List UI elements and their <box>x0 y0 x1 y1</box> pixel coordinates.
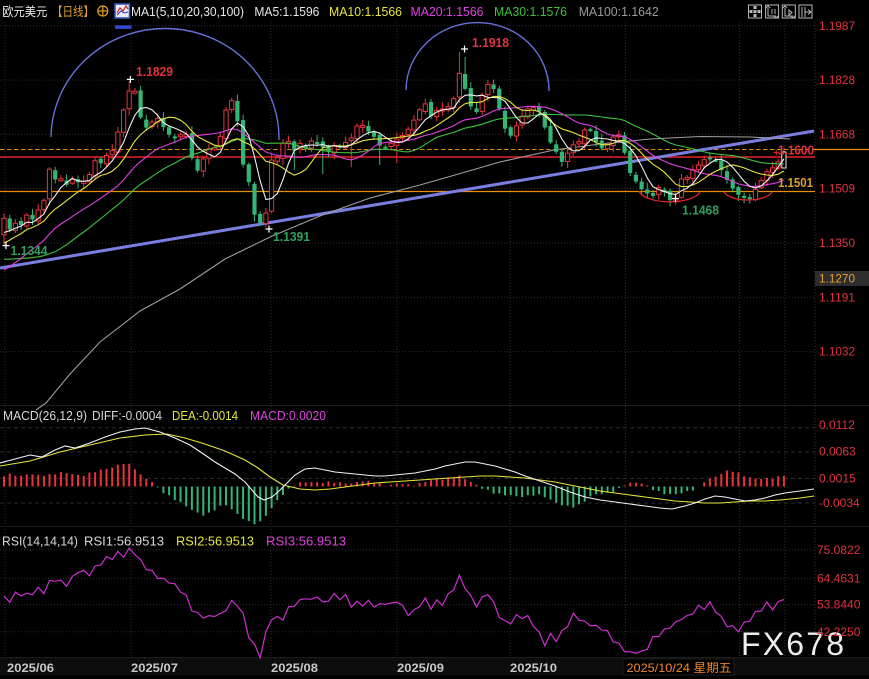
svg-text:RSI(14,14,14): RSI(14,14,14) <box>2 534 78 549</box>
svg-text:1.1344: 1.1344 <box>11 243 49 258</box>
svg-text:53.8440: 53.8440 <box>817 598 861 612</box>
svg-text:-0.0034: -0.0034 <box>819 496 860 510</box>
svg-text:2025/10/24 星期五: 2025/10/24 星期五 <box>627 661 732 675</box>
svg-text:MA30:1.1576: MA30:1.1576 <box>494 4 567 19</box>
svg-text:DEA:-0.0014: DEA:-0.0014 <box>172 408 238 423</box>
svg-text:2025/10: 2025/10 <box>510 661 557 675</box>
svg-text:DIFF:-0.0004: DIFF:-0.0004 <box>92 408 162 423</box>
svg-text:1.1987: 1.1987 <box>819 19 855 33</box>
svg-text:0.0015: 0.0015 <box>819 471 856 485</box>
svg-text:2025/06: 2025/06 <box>7 661 54 675</box>
svg-text:1.1391: 1.1391 <box>273 229 310 244</box>
svg-text:MA5:1.1596: MA5:1.1596 <box>254 4 319 19</box>
svg-text:MA10:1.1566: MA10:1.1566 <box>329 4 402 19</box>
svg-text:1.1468: 1.1468 <box>682 203 719 218</box>
svg-text:1.1270: 1.1270 <box>819 272 855 286</box>
svg-text:0.0063: 0.0063 <box>819 444 856 458</box>
svg-text:1.1350: 1.1350 <box>819 236 855 250</box>
svg-text:1.1600: 1.1600 <box>778 143 814 158</box>
svg-text:1.1668: 1.1668 <box>819 127 855 141</box>
svg-text:1.1191: 1.1191 <box>819 290 855 304</box>
svg-text:2025/08: 2025/08 <box>271 661 318 675</box>
svg-text:MA100:1.1642: MA100:1.1642 <box>579 4 659 19</box>
svg-text:1.1828: 1.1828 <box>819 73 855 87</box>
svg-text:1.1918: 1.1918 <box>472 35 509 50</box>
svg-text:MA1(5,10,20,30,100): MA1(5,10,20,30,100) <box>131 4 244 19</box>
svg-text:42.2250: 42.2250 <box>817 625 861 639</box>
svg-text:MA20:1.1566: MA20:1.1566 <box>411 4 484 19</box>
svg-text:1.1032: 1.1032 <box>819 345 855 359</box>
svg-text:0.0112: 0.0112 <box>819 418 855 432</box>
svg-text:2025/07: 2025/07 <box>131 661 178 675</box>
svg-text:1.1509: 1.1509 <box>819 182 855 196</box>
svg-text:75.0822: 75.0822 <box>817 543 861 557</box>
svg-text:RSI1:56.9513: RSI1:56.9513 <box>84 534 164 549</box>
svg-text:MACD:0.0020: MACD:0.0020 <box>250 408 326 423</box>
svg-text:1.1501: 1.1501 <box>778 175 813 190</box>
svg-text:RSI2:56.9513: RSI2:56.9513 <box>176 534 254 549</box>
svg-text:1.1829: 1.1829 <box>136 64 173 79</box>
svg-text:2025/09: 2025/09 <box>397 661 444 675</box>
svg-text:欧元美元: 欧元美元 <box>2 5 47 19</box>
svg-text:64.4631: 64.4631 <box>817 571 861 585</box>
svg-text:RSI3:56.9513: RSI3:56.9513 <box>266 534 346 549</box>
svg-text:【日线】: 【日线】 <box>52 5 94 19</box>
svg-text:MACD(26,12,9): MACD(26,12,9) <box>3 408 87 423</box>
